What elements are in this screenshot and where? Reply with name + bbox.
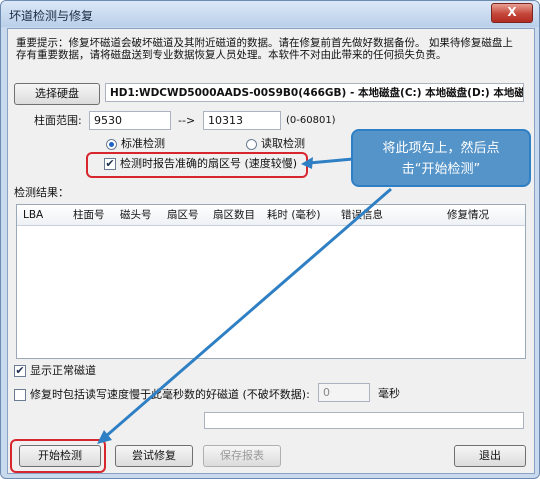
callout-line-1: 将此项勾上，然后点 (382, 141, 500, 156)
arrow-to-checkbox (308, 157, 354, 165)
annotation-arrows (97, 157, 392, 444)
instruction-callout: 将此项勾上，然后点 击“开始检测” (351, 129, 531, 187)
arrow-head-checkbox (301, 157, 313, 169)
dialog-window: 坏道检测与修复 X 重要提示：修复坏磁道会破坏磁道及其附近磁道的数据。请在修复前… (0, 0, 540, 479)
callout-line-2: 击“开始检测” (401, 162, 481, 177)
arrow-to-start-button (104, 187, 392, 439)
